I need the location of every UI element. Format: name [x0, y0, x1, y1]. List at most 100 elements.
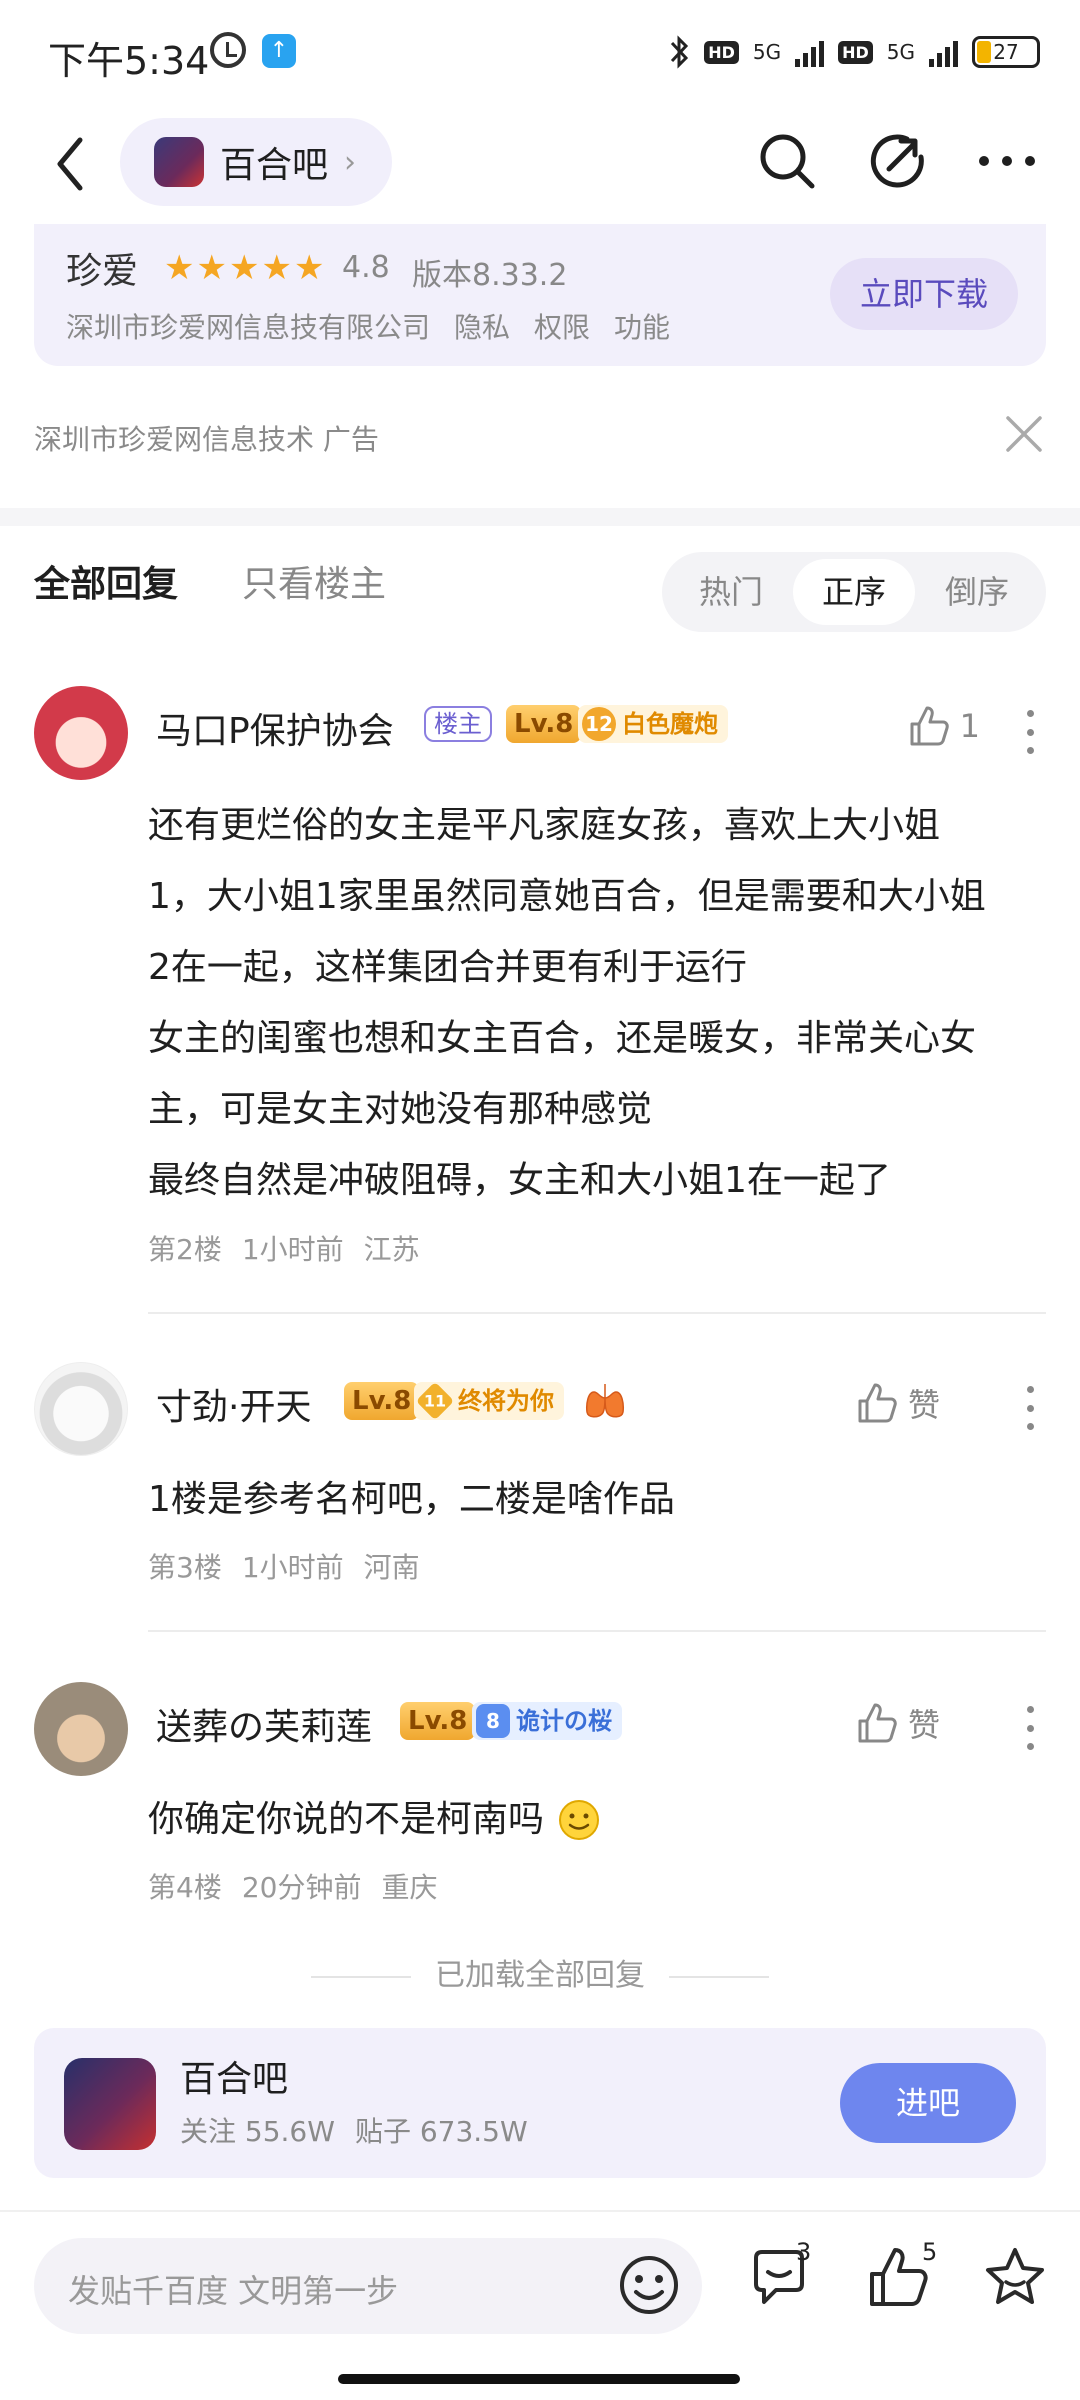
- ad-link-permissions[interactable]: 权限: [534, 306, 590, 346]
- tab-op-only[interactable]: 只看楼主: [242, 555, 386, 607]
- search-button[interactable]: [754, 128, 820, 194]
- sort-hot[interactable]: 热门: [670, 559, 792, 625]
- forum-card-name: 百合吧: [180, 2059, 289, 2100]
- level-badge: Lv.8: [400, 1702, 476, 1740]
- ad-company: 深圳市珍爱网信息技有限公司: [66, 311, 431, 344]
- like-button[interactable]: 赞: [856, 1380, 940, 1426]
- post-location: 河南: [363, 1551, 420, 1584]
- reply-divider: [148, 1630, 1046, 1632]
- user-avatar[interactable]: [34, 1682, 128, 1776]
- share-icon: [870, 134, 924, 188]
- title-text: 白色魔炮: [622, 710, 718, 738]
- section-divider: [0, 508, 1080, 526]
- top-nav: 百合吧 ›: [0, 110, 1080, 220]
- close-ad-button[interactable]: [1004, 414, 1044, 454]
- like-label: 赞: [907, 1706, 940, 1744]
- reply-body: 你确定你说的不是柯南吗: [148, 1784, 1048, 1855]
- forum-link[interactable]: 百合吧 ›: [120, 118, 392, 206]
- like-button[interactable]: 1: [908, 704, 980, 748]
- ad-card[interactable]: 珍爱 ★ ★ ★ ★ ★ 4.8 版本8.33.2 深圳市珍爱网信息技有限公司 隐私 权…: [34, 224, 1046, 366]
- title-text: 诡计の桜: [516, 1707, 612, 1735]
- like-count: 1: [959, 707, 980, 745]
- battery-icon: 27: [972, 36, 1040, 68]
- title-level: 12: [582, 707, 616, 741]
- back-arrow-icon: [57, 137, 83, 191]
- favorite-button[interactable]: [982, 2244, 1054, 2316]
- reply-body: 1楼是参考名柯吧，二楼是啥作品: [148, 1464, 1048, 1535]
- level-badge: Lv.8: [506, 705, 582, 743]
- enter-forum-button[interactable]: 进吧: [840, 2063, 1016, 2143]
- post-time: 1小时前: [241, 1233, 344, 1266]
- bottom-action-bar: 发贴千百度 文明第一步 3 5: [0, 2210, 1080, 2360]
- ad-app-name: 珍爱: [66, 251, 139, 292]
- reply-body: 还有更烂俗的女主是平凡家庭女孩，喜欢上大小姐 1，大小姐1家里虽然同意她百合，但…: [148, 790, 1048, 1216]
- title-badge: 12 白色魔炮: [578, 705, 728, 743]
- star-icon: ★: [228, 248, 260, 288]
- app-notification-icon: ↑: [262, 34, 296, 68]
- reply-line: 女主的闺蜜也想和女主百合，还是暖女，非常关心女: [148, 1018, 977, 1059]
- ad-link-features[interactable]: 功能: [614, 306, 670, 346]
- alarm-icon: [210, 32, 246, 68]
- forum-name: 百合吧: [220, 145, 329, 186]
- status-icons: HD 5G HD 5G 27: [668, 30, 1040, 74]
- reply-more-button[interactable]: [1020, 1706, 1040, 1750]
- star-icon: ★: [164, 248, 195, 288]
- reply-placeholder: 发贴千百度 文明第一步: [68, 2272, 399, 2310]
- reply-meta: 第2楼 1小时前 江苏: [148, 1228, 420, 1268]
- download-button[interactable]: 立即下载: [830, 258, 1018, 330]
- op-badge: 楼主: [424, 706, 492, 742]
- bluetooth-icon: [671, 35, 689, 69]
- clock: 下午5:34: [48, 39, 210, 83]
- emoji-icon: [620, 2256, 678, 2314]
- title-badge: 8 诡计の桜: [472, 1702, 622, 1740]
- network-label: 5G: [752, 40, 782, 64]
- reply-input[interactable]: 发贴千百度 文明第一步: [34, 2238, 702, 2334]
- sort-descending[interactable]: 倒序: [916, 559, 1038, 625]
- reply-more-button[interactable]: [1020, 710, 1040, 754]
- all-loaded-label: 已加载全部回复: [0, 1950, 1080, 1994]
- star-icon: [986, 2248, 1044, 2304]
- lungs-icon: [586, 1384, 624, 1418]
- home-indicator[interactable]: [338, 2374, 740, 2384]
- forum-card[interactable]: 百合吧 关注 55.6W 贴子 673.5W 进吧: [34, 2028, 1046, 2178]
- reply-meta: 第4楼 20分钟前 重庆: [148, 1866, 437, 1906]
- reply-line: 你确定你说的不是柯南吗: [148, 1799, 545, 1840]
- rating-stars: ★ ★ ★ ★ ★: [164, 248, 324, 288]
- reply-line: 2在一起，这样集团合并更有利于运行: [148, 947, 747, 988]
- forum-followers: 关注 55.6W: [180, 2115, 335, 2148]
- more-horizontal-icon: [979, 156, 1035, 166]
- back-button[interactable]: [48, 132, 96, 196]
- more-options-button[interactable]: [974, 128, 1040, 194]
- smile-emoji-icon: [559, 1799, 600, 1840]
- forum-avatar: [64, 2058, 156, 2150]
- ad-link-privacy[interactable]: 隐私: [454, 306, 510, 346]
- reply-more-button[interactable]: [1020, 1386, 1040, 1430]
- like-count: 5: [922, 2238, 938, 2266]
- sort-ascending[interactable]: 正序: [793, 559, 915, 625]
- forum-post-count: 贴子 673.5W: [354, 2115, 528, 2148]
- search-icon: [760, 134, 815, 189]
- username[interactable]: 寸劲·开天: [156, 1378, 311, 1430]
- floor-number: 第2楼: [148, 1233, 222, 1266]
- star-icon: ★: [293, 248, 325, 288]
- ad-version: 版本8.33.2: [412, 258, 568, 293]
- emoji-button[interactable]: [616, 2252, 682, 2322]
- forum-avatar: [154, 137, 204, 187]
- network-label-2: 5G: [886, 40, 915, 64]
- reply-divider: [148, 1312, 1046, 1314]
- username[interactable]: 马口P保护协会: [156, 702, 394, 754]
- username[interactable]: 送葬の芙莉莲: [156, 1698, 372, 1750]
- like-label: 赞: [907, 1386, 940, 1424]
- share-button[interactable]: [864, 128, 930, 194]
- close-icon: [1006, 416, 1042, 452]
- user-avatar[interactable]: [34, 1362, 128, 1456]
- user-avatar[interactable]: [34, 686, 128, 780]
- battery-level: 27: [993, 40, 1019, 64]
- like-button[interactable]: 赞: [856, 1700, 940, 1746]
- signal-icon-2: [929, 37, 958, 67]
- floor-number: 第3楼: [148, 1551, 222, 1584]
- tab-all-replies[interactable]: 全部回复: [34, 555, 178, 607]
- title-badge: 11 终将为你: [414, 1381, 564, 1421]
- reply-line: 主，可是女主对她没有那种感觉: [148, 1089, 653, 1130]
- chevron-right-icon: ›: [344, 144, 357, 180]
